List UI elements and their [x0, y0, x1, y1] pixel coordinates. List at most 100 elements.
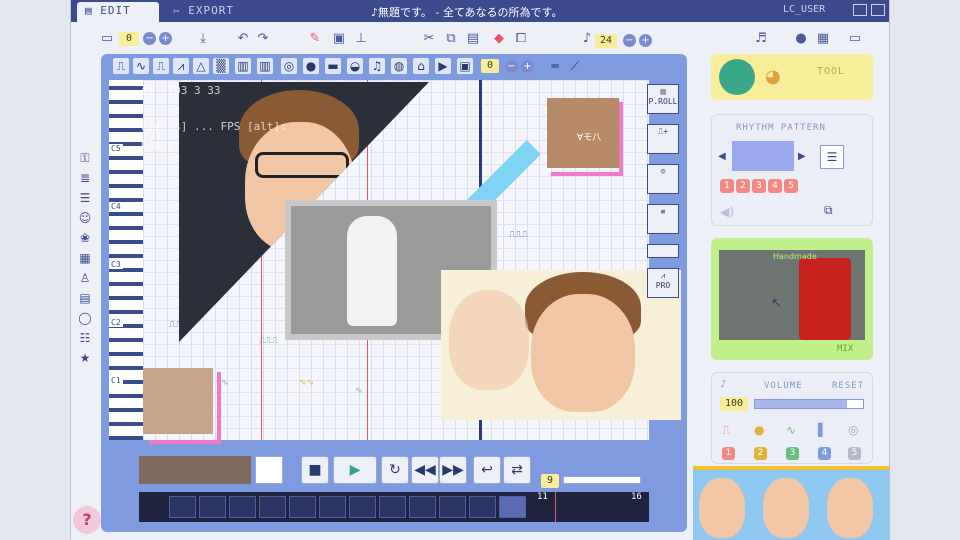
bar-channel-icon[interactable]: ▌: [818, 423, 827, 437]
sequence-bar[interactable]: 11 16: [139, 492, 649, 522]
tempo-minus-button[interactable]: −: [623, 34, 636, 47]
volume-slider[interactable]: [754, 399, 864, 409]
return-button[interactable]: ↩: [473, 456, 501, 484]
seq-cell[interactable]: [169, 496, 196, 518]
rhythm-list-button[interactable]: ☰: [820, 145, 844, 169]
paw-icon[interactable]: ❀: [77, 230, 93, 246]
note-marker[interactable]: ⎍⎍⎍: [509, 230, 528, 240]
close-button[interactable]: [871, 4, 885, 16]
copy-pattern-icon[interactable]: ⧉: [824, 203, 833, 218]
rhythm-next-icon[interactable]: ▶: [798, 151, 806, 162]
redo-icon[interactable]: ↷: [255, 31, 271, 47]
tempo-plus-button[interactable]: +: [639, 34, 652, 47]
pencil-icon[interactable]: ✎: [307, 31, 323, 47]
seq-cell[interactable]: [379, 496, 406, 518]
repeat-button[interactable]: ⇄: [503, 456, 531, 484]
car-icon[interactable]: ▬: [325, 58, 341, 74]
channel-number[interactable]: 2: [754, 447, 767, 460]
drum-icon[interactable]: ◎: [281, 58, 297, 74]
drum-channel-icon[interactable]: ●: [754, 423, 764, 437]
rhythm-number[interactable]: 1: [720, 179, 734, 193]
piano-icon[interactable]: ▥: [235, 58, 251, 74]
channel-number[interactable]: 4: [818, 447, 831, 460]
rewind-button[interactable]: ◀◀: [411, 456, 439, 484]
stamp-icon[interactable]: ⊥: [353, 31, 369, 47]
speaker-icon[interactable]: ◀): [720, 205, 734, 219]
stop-button[interactable]: ■: [301, 456, 329, 484]
misc-channel-icon[interactable]: ◎: [848, 423, 858, 437]
seq-cell[interactable]: [319, 496, 346, 518]
tab-export[interactable]: ⇦ EXPORT: [165, 2, 255, 22]
avatar-icon[interactable]: [719, 59, 755, 95]
seq-cell[interactable]: [439, 496, 466, 518]
seq-cell-current[interactable]: [499, 496, 526, 518]
wave-channel-icon[interactable]: ⎍: [722, 423, 730, 438]
user-name[interactable]: LC_USER: [783, 4, 825, 15]
seq-cell[interactable]: [349, 496, 376, 518]
eraser-icon[interactable]: ◆: [491, 31, 507, 47]
bomb-icon[interactable]: ●: [793, 31, 809, 47]
smile-icon[interactable]: ☺: [77, 210, 93, 226]
instrument-plus-button[interactable]: +: [521, 60, 534, 73]
lock-icon[interactable]: ⚿: [77, 150, 93, 166]
channel-number[interactable]: 1: [722, 447, 735, 460]
folder-open-icon[interactable]: ▭: [847, 31, 863, 47]
download-icon[interactable]: ⤓: [195, 31, 211, 47]
sine-wave-icon[interactable]: ∿: [133, 58, 149, 74]
circle-icon[interactable]: ◯: [77, 310, 93, 326]
layers-button[interactable]: ≡: [647, 204, 679, 234]
stack-icon[interactable]: ▤: [77, 290, 93, 306]
paste-icon[interactable]: ▤: [465, 31, 481, 47]
line-tool-icon[interactable]: ═: [547, 58, 563, 74]
palette-button[interactable]: [647, 244, 679, 258]
square-wave-icon[interactable]: ⎍: [113, 58, 129, 74]
note-marker[interactable]: ∿∿: [299, 378, 314, 388]
slope-tool-icon[interactable]: ⟋: [567, 58, 583, 74]
file-plus-button[interactable]: +: [159, 32, 172, 45]
minimize-button[interactable]: [853, 4, 867, 16]
add-wave-button[interactable]: ⎍+: [647, 124, 679, 154]
guitar-icon[interactable]: ♫: [369, 58, 385, 74]
seq-cell[interactable]: [229, 496, 256, 518]
seq-cell[interactable]: [469, 496, 496, 518]
triangle-wave-icon[interactable]: △: [193, 58, 209, 74]
play-button[interactable]: ▶: [333, 456, 377, 484]
rhythm-number[interactable]: 2: [736, 179, 750, 193]
window-icon[interactable]: ▦: [815, 31, 831, 47]
drum-pad-icon[interactable]: ◍: [391, 58, 407, 74]
noise-icon[interactable]: ▒: [213, 58, 229, 74]
blank-slot[interactable]: [255, 456, 283, 484]
volume-reset-button[interactable]: RESET: [832, 381, 864, 391]
hat-icon[interactable]: ⌂: [413, 58, 429, 74]
saw-wave-icon[interactable]: ⩘: [173, 58, 189, 74]
pulse-wave-icon[interactable]: ⎍: [153, 58, 169, 74]
file-minus-button[interactable]: −: [143, 32, 156, 45]
menu-icon[interactable]: ☷: [77, 330, 93, 346]
ball-icon[interactable]: ●: [303, 58, 319, 74]
sine-channel-icon[interactable]: ∿: [786, 423, 796, 437]
instrument-minus-button[interactable]: −: [505, 60, 518, 73]
gun-icon[interactable]: ▶: [435, 58, 451, 74]
rhythm-number[interactable]: 3: [752, 179, 766, 193]
pro-button[interactable]: ⩘ PRO: [647, 268, 679, 298]
undo-icon[interactable]: ↶: [235, 31, 251, 47]
scissors-icon[interactable]: ✂: [421, 31, 437, 47]
tab-edit[interactable]: ▤ EDIT: [77, 2, 159, 22]
person-icon[interactable]: ♙: [77, 270, 93, 286]
box-icon[interactable]: ▦: [77, 250, 93, 266]
rhythm-pattern-image[interactable]: [732, 141, 794, 171]
seq-cell[interactable]: [199, 496, 226, 518]
rhythm-number[interactable]: 4: [768, 179, 782, 193]
star-icon[interactable]: ★: [77, 350, 93, 366]
music-note-icon[interactable]: ♬: [753, 31, 769, 47]
rhythm-prev-icon[interactable]: ◀: [718, 151, 726, 162]
camera-icon[interactable]: ▣: [457, 58, 473, 74]
copy-icon[interactable]: ⧉: [443, 31, 459, 47]
seq-cell[interactable]: [289, 496, 316, 518]
folder-icon[interactable]: ▭: [99, 31, 115, 47]
loop-button[interactable]: ↻: [381, 456, 409, 484]
seq-cell[interactable]: [259, 496, 286, 518]
seq-cell[interactable]: [409, 496, 436, 518]
note-marker[interactable]: ∿: [355, 386, 363, 396]
organ-icon[interactable]: ▥: [257, 58, 273, 74]
